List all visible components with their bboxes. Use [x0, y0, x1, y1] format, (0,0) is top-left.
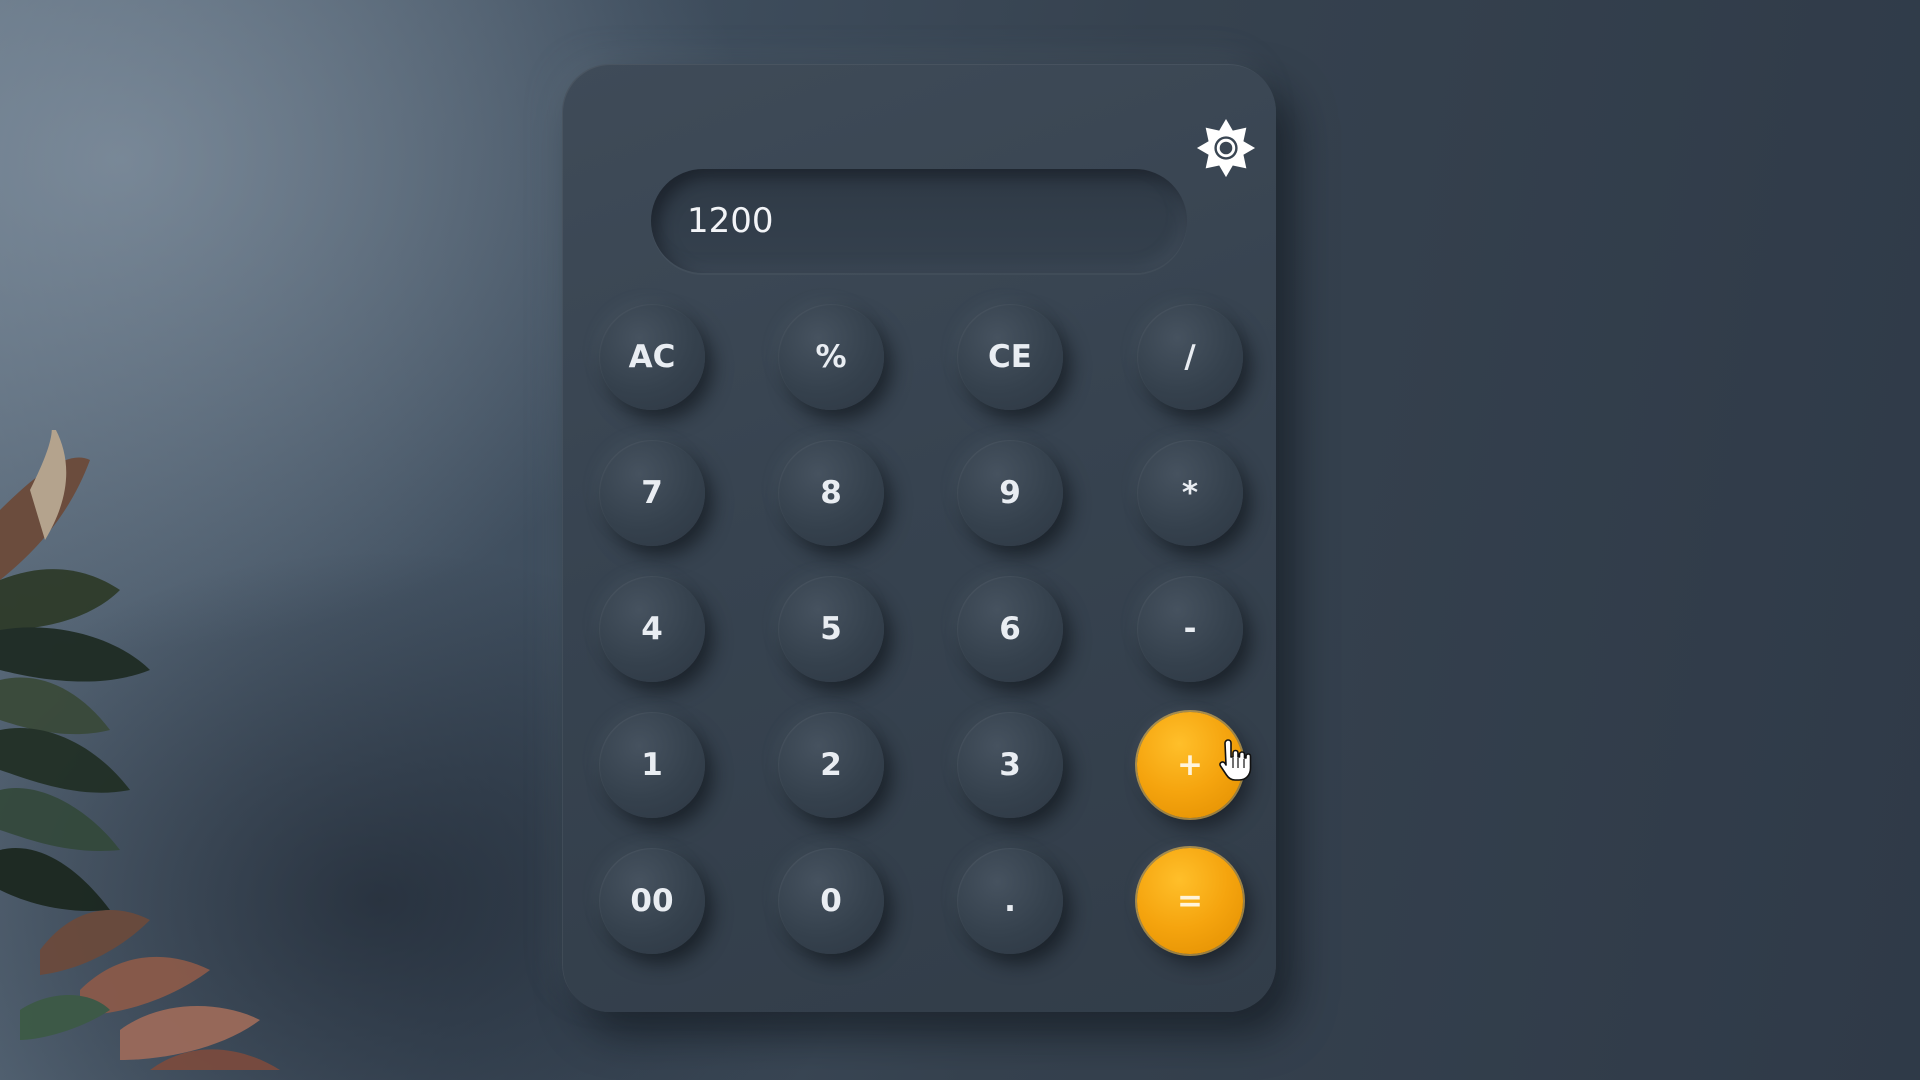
- digit-4-button[interactable]: 4: [599, 576, 705, 682]
- digit-0-button[interactable]: 0: [778, 848, 884, 954]
- gear-icon[interactable]: [1195, 117, 1257, 179]
- display-screen[interactable]: 1200: [651, 169, 1187, 273]
- keypad: AC % CE / 7 8 9 * 4 5 6 - 1 2 3 + 00 0 .…: [599, 304, 1243, 984]
- digit-8-button[interactable]: 8: [778, 440, 884, 546]
- decimal-button[interactable]: .: [957, 848, 1063, 954]
- calculator-panel: 1200 AC % CE / 7 8 9 * 4 5 6 - 1 2 3 + 0…: [562, 64, 1276, 1012]
- clear-entry-button[interactable]: CE: [957, 304, 1063, 410]
- multiply-button[interactable]: *: [1137, 440, 1243, 546]
- plant-decoration: [0, 430, 280, 1070]
- digit-2-button[interactable]: 2: [778, 712, 884, 818]
- divide-button[interactable]: /: [1137, 304, 1243, 410]
- digit-3-button[interactable]: 3: [957, 712, 1063, 818]
- digit-6-button[interactable]: 6: [957, 576, 1063, 682]
- percent-button[interactable]: %: [778, 304, 884, 410]
- add-button[interactable]: +: [1137, 712, 1243, 818]
- subtract-button[interactable]: -: [1137, 576, 1243, 682]
- double-zero-button[interactable]: 00: [599, 848, 705, 954]
- digit-7-button[interactable]: 7: [599, 440, 705, 546]
- clear-all-button[interactable]: AC: [599, 304, 705, 410]
- digit-1-button[interactable]: 1: [599, 712, 705, 818]
- digit-9-button[interactable]: 9: [957, 440, 1063, 546]
- digit-5-button[interactable]: 5: [778, 576, 884, 682]
- equals-button[interactable]: =: [1137, 848, 1243, 954]
